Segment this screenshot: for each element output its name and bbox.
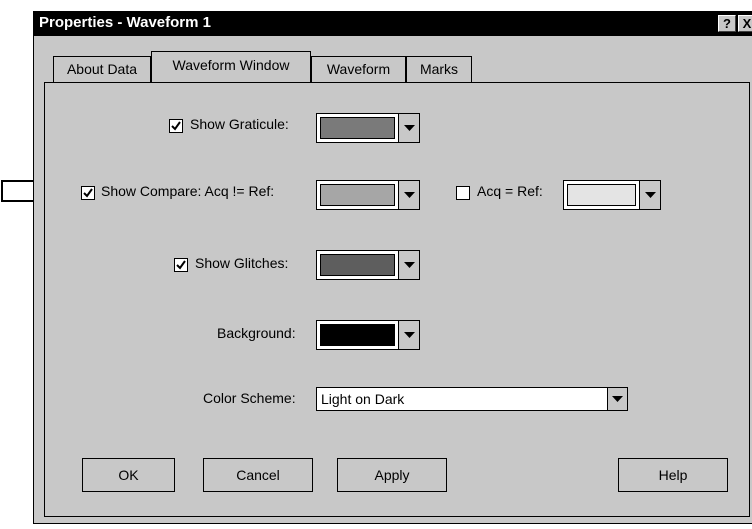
- glitches-color-swatch: [320, 254, 395, 276]
- graticule-color-dropdown[interactable]: [398, 113, 420, 143]
- background-color-swatch: [320, 324, 395, 346]
- tab-waveform-window[interactable]: Waveform Window: [151, 51, 311, 82]
- show-glitches-checkbox[interactable]: [174, 258, 188, 272]
- close-icon[interactable]: X: [738, 15, 752, 32]
- tab-about-data[interactable]: About Data: [53, 56, 151, 82]
- background-color-dropdown[interactable]: [398, 320, 420, 350]
- background-label: Background:: [217, 325, 296, 341]
- chevron-down-icon: [612, 396, 623, 402]
- acq-eq-ref-color-swatch: [567, 184, 636, 206]
- help-icon[interactable]: ?: [718, 15, 736, 32]
- color-scheme-value: Light on Dark: [321, 391, 405, 407]
- acq-eq-ref-label: Acq = Ref:: [477, 183, 543, 199]
- show-compare-checkbox[interactable]: [81, 186, 95, 200]
- show-glitches-label: Show Glitches:: [195, 255, 289, 271]
- window-title: Properties - Waveform 1: [39, 14, 211, 31]
- color-scheme-label: Color Scheme:: [203, 390, 296, 406]
- properties-dialog: Properties - Waveform 1 ? X About Data W…: [33, 11, 752, 524]
- color-scheme-dropdown-button[interactable]: [607, 388, 627, 410]
- graticule-color-field[interactable]: [316, 113, 399, 143]
- title-bar: Properties - Waveform 1 ? X: [34, 12, 752, 36]
- show-compare-label: Show Compare: Acq != Ref:: [101, 183, 275, 199]
- chevron-down-icon: [645, 192, 656, 198]
- color-scheme-select[interactable]: Light on Dark: [316, 387, 628, 411]
- cancel-button[interactable]: Cancel: [203, 458, 313, 492]
- tab-panel: Show Graticule: Show Compare: Acq != Ref…: [44, 82, 750, 517]
- show-graticule-checkbox[interactable]: [169, 119, 183, 133]
- acq-eq-ref-color-field[interactable]: [563, 180, 640, 210]
- chevron-down-icon: [404, 332, 415, 338]
- compare-color-field[interactable]: [316, 180, 399, 210]
- compare-color-dropdown[interactable]: [398, 180, 420, 210]
- acq-eq-ref-checkbox[interactable]: [456, 186, 470, 200]
- chevron-down-icon: [404, 125, 415, 131]
- glitches-color-field[interactable]: [316, 250, 399, 280]
- chevron-down-icon: [404, 192, 415, 198]
- acq-eq-ref-color-dropdown[interactable]: [639, 180, 661, 210]
- apply-button[interactable]: Apply: [337, 458, 447, 492]
- ok-button[interactable]: OK: [82, 458, 175, 492]
- chevron-down-icon: [404, 262, 415, 268]
- help-button[interactable]: Help: [618, 458, 728, 492]
- background-color-field[interactable]: [316, 320, 399, 350]
- tab-marks[interactable]: Marks: [406, 56, 472, 82]
- glitches-color-dropdown[interactable]: [398, 250, 420, 280]
- tab-waveform[interactable]: Waveform: [311, 56, 406, 82]
- show-graticule-label: Show Graticule:: [190, 116, 289, 132]
- graticule-color-swatch: [320, 117, 395, 139]
- compare-color-swatch: [320, 184, 395, 206]
